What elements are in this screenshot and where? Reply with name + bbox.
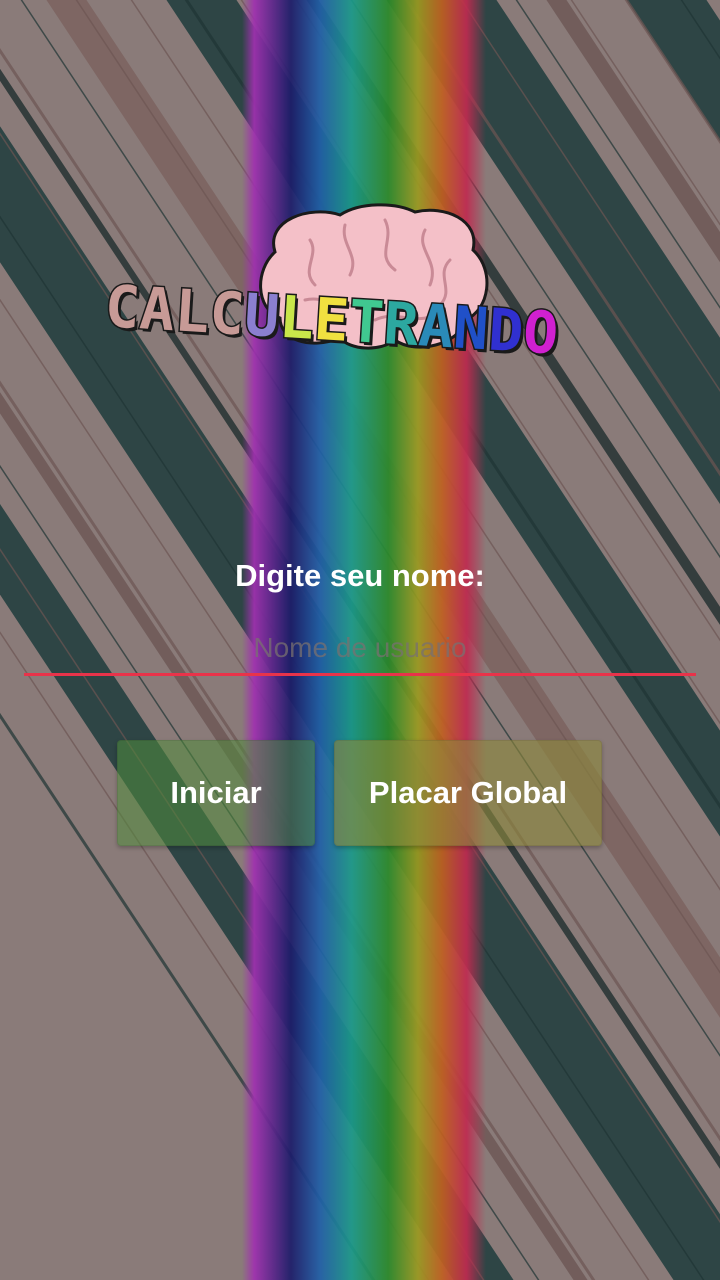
- logo-letter: L: [276, 281, 318, 354]
- logo-letter: D: [485, 294, 527, 367]
- username-input[interactable]: [24, 622, 696, 676]
- logo-letter: O: [520, 296, 562, 369]
- logo-letter: T: [345, 285, 387, 358]
- logo-letter: C: [206, 277, 248, 350]
- global-scoreboard-button[interactable]: Placar Global: [334, 740, 602, 846]
- logo-letter: N: [450, 292, 492, 365]
- logo-letter: A: [136, 273, 178, 346]
- logo-letter: A: [415, 290, 457, 363]
- logo-letter: U: [241, 279, 283, 352]
- app-logo: CALCULETRANDO: [95, 200, 685, 369]
- logo-letter: E: [311, 283, 353, 356]
- logo-letter: R: [380, 288, 422, 361]
- name-prompt: Digite seu nome:: [235, 558, 485, 593]
- logo-letter: L: [171, 275, 213, 348]
- start-button[interactable]: Iniciar: [117, 740, 315, 846]
- logo-letter: C: [101, 271, 143, 344]
